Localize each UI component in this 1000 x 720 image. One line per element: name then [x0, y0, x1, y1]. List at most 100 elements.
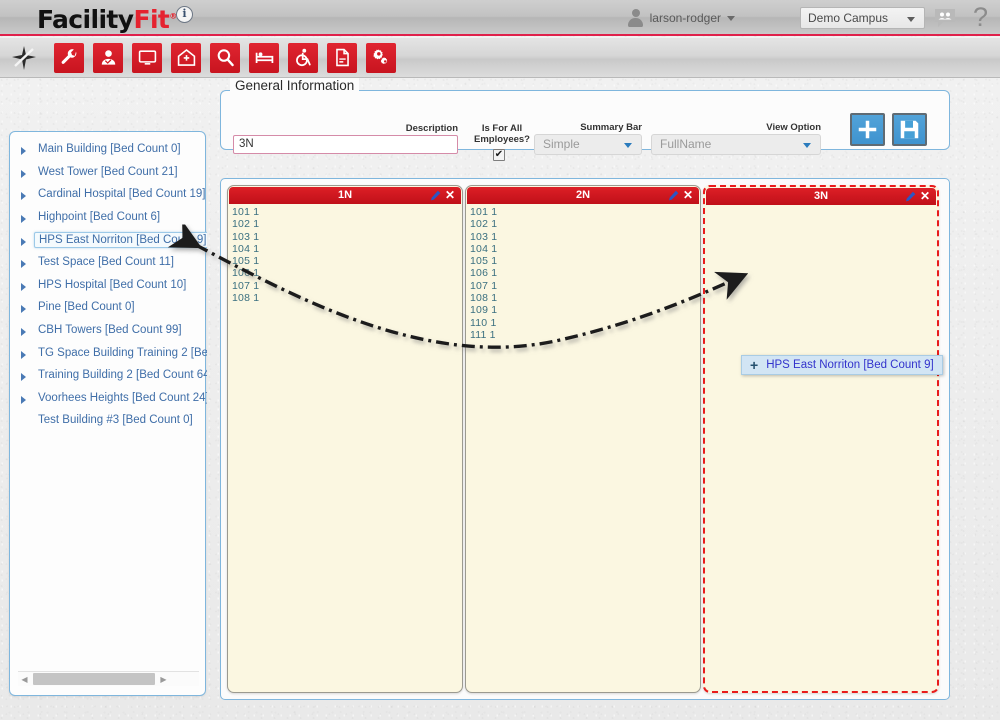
- panel-header: 2N ✕: [467, 187, 699, 204]
- tree-item[interactable]: Pine [Bed Count 0]: [10, 296, 207, 319]
- pencil-icon[interactable]: [905, 191, 916, 208]
- scrollbar-thumb[interactable]: [33, 673, 155, 685]
- view-option-value: FullName: [660, 137, 712, 151]
- info-circle-icon[interactable]: i: [176, 6, 193, 23]
- list-item[interactable]: 104 1: [470, 243, 700, 255]
- tree-item[interactable]: West Tower [Bed Count 21]: [10, 161, 207, 184]
- tree-item[interactable]: TG Space Building Training 2 [Bed C: [10, 341, 207, 364]
- panel-room-list: [705, 205, 937, 207]
- tree-item-label: Main Building [Bed Count 0]: [38, 143, 181, 156]
- list-item[interactable]: 101 1: [470, 206, 700, 218]
- chevron-down-icon: [907, 17, 915, 22]
- building-tree-sidebar: Main Building [Bed Count 0] West Tower […: [9, 131, 207, 696]
- close-x-icon[interactable]: ✕: [920, 189, 930, 203]
- description-input[interactable]: 3N: [233, 135, 458, 154]
- tree-item[interactable]: Test Building #3 [Bed Count 0]: [10, 409, 207, 432]
- campus-select-value: Demo Campus: [808, 11, 889, 25]
- caret-down-icon: [727, 15, 735, 21]
- list-item[interactable]: 107 1: [470, 280, 700, 292]
- is-for-all-employees-checkbox[interactable]: ✔: [493, 149, 505, 161]
- list-item[interactable]: 106 1: [470, 267, 700, 279]
- tree-item-label: TG Space Building Training 2 [Bed C: [38, 346, 207, 359]
- summary-bar-select[interactable]: Simple: [534, 134, 642, 155]
- main-content: General Information Description 3N Is Fo…: [220, 78, 980, 700]
- floor-panel-1n[interactable]: 1N ✕ 101 1 102 1 103 1 104 1 105 1 106 1…: [227, 185, 463, 693]
- pencil-icon[interactable]: [668, 190, 679, 207]
- logo-text-secondary: Fit: [133, 5, 170, 35]
- panel-title: 1N: [337, 189, 353, 201]
- page-title: General Information: [230, 78, 360, 93]
- tree-item[interactable]: Voorhees Heights [Bed Count 24]: [10, 387, 207, 410]
- logo-text-primary: Facility: [37, 5, 134, 35]
- app-header: FacilityFit® i larson-rodger Demo Campus…: [0, 0, 1000, 36]
- description-label: Description: [405, 123, 458, 134]
- list-item[interactable]: 103 1: [232, 231, 462, 243]
- person-icon[interactable]: [93, 42, 123, 73]
- general-information-panel: General Information Description 3N Is Fo…: [220, 78, 950, 161]
- tree-item[interactable]: Test Space [Bed Count 11]: [10, 251, 207, 274]
- panel-room-list: 101 1 102 1 103 1 104 1 105 1 106 1 107 …: [466, 204, 700, 341]
- gears-icon[interactable]: [366, 42, 396, 73]
- monitor-icon[interactable]: [132, 42, 162, 73]
- close-x-icon[interactable]: ✕: [445, 188, 455, 202]
- is-for-all-employees-label: Is For All Employees?: [474, 123, 530, 145]
- floor-panel-2n[interactable]: 2N ✕ 101 1 102 1 103 1 104 1 105 1 106 1…: [465, 185, 701, 693]
- list-item[interactable]: 101 1: [232, 206, 462, 218]
- list-item[interactable]: 107 1: [232, 280, 462, 292]
- view-option-select[interactable]: FullName: [651, 134, 821, 155]
- tree-item-label: Training Building 2 [Bed Count 64]: [38, 369, 207, 382]
- pencil-icon[interactable]: [430, 190, 441, 207]
- chat-bubble-people-icon[interactable]: [934, 8, 956, 28]
- floppy-save-icon: [900, 120, 919, 139]
- floor-panel-3n-drop-target[interactable]: 3N ✕: [703, 185, 939, 693]
- scroll-right-arrow-icon[interactable]: ▶: [157, 675, 170, 684]
- tree-item-label: HPS East Norriton [Bed Count 9]: [34, 231, 207, 248]
- wrench-icon[interactable]: [54, 42, 84, 73]
- list-item[interactable]: 108 1: [232, 292, 462, 304]
- tree-item[interactable]: HPS Hospital [Bed Count 10]: [10, 274, 207, 297]
- add-button[interactable]: [850, 113, 885, 146]
- wheelchair-icon[interactable]: [288, 42, 318, 73]
- list-item[interactable]: 108 1: [470, 292, 700, 304]
- tree-item[interactable]: Main Building [Bed Count 0]: [10, 138, 207, 161]
- document-icon[interactable]: [327, 42, 357, 73]
- summary-bar-label: Summary Bar: [580, 122, 642, 133]
- summary-bar-value: Simple: [543, 137, 580, 151]
- list-item[interactable]: 103 1: [470, 231, 700, 243]
- home-plus-icon[interactable]: [171, 42, 201, 73]
- campus-select[interactable]: Demo Campus: [800, 7, 925, 29]
- list-item[interactable]: 104 1: [232, 243, 462, 255]
- plus-icon: [858, 120, 877, 139]
- panel-header: 1N ✕: [229, 187, 461, 204]
- tree-item[interactable]: Highpoint [Bed Count 6]: [10, 206, 207, 229]
- list-item[interactable]: 102 1: [470, 218, 700, 230]
- close-x-icon[interactable]: ✕: [683, 188, 693, 202]
- list-item[interactable]: 109 1: [470, 304, 700, 316]
- tree-item-label: Voorhees Heights [Bed Count 24]: [38, 391, 207, 404]
- scroll-left-arrow-icon[interactable]: ◀: [18, 675, 31, 684]
- tree-item[interactable]: Cardinal Hospital [Bed Count 19]: [10, 183, 207, 206]
- tree-item-label: Cardinal Hospital [Bed Count 19]: [38, 188, 206, 201]
- list-item[interactable]: 102 1: [232, 218, 462, 230]
- tree-item-label: CBH Towers [Bed Count 99]: [38, 324, 182, 337]
- tree-item[interactable]: Training Building 2 [Bed Count 64]: [10, 364, 207, 387]
- user-name-label: larson-rodger: [649, 11, 721, 25]
- list-item[interactable]: 105 1: [232, 255, 462, 267]
- list-item[interactable]: 111 1: [470, 329, 700, 341]
- sidebar-horizontal-scrollbar[interactable]: ◀ ▶: [18, 671, 199, 686]
- magnifier-icon[interactable]: [210, 42, 240, 73]
- list-item[interactable]: 106 1: [232, 267, 462, 279]
- list-item[interactable]: 105 1: [470, 255, 700, 267]
- save-button[interactable]: [892, 113, 927, 146]
- bed-icon[interactable]: [249, 42, 279, 73]
- user-menu[interactable]: larson-rodger: [627, 7, 735, 29]
- tree-item[interactable]: CBH Towers [Bed Count 99]: [10, 319, 207, 342]
- view-option-label: View Option: [766, 122, 821, 133]
- help-question-icon[interactable]: ?: [973, 2, 988, 33]
- panel-title: 2N: [575, 189, 591, 201]
- app-logo: FacilityFit®: [37, 3, 177, 35]
- sparkle-star-icon[interactable]: [10, 44, 38, 72]
- drag-ghost-item[interactable]: + HPS East Norriton [Bed Count 9]: [741, 355, 943, 375]
- sidebar-item-hps-east-norriton[interactable]: HPS East Norriton [Bed Count 9]: [10, 228, 207, 251]
- list-item[interactable]: 110 1: [470, 317, 700, 329]
